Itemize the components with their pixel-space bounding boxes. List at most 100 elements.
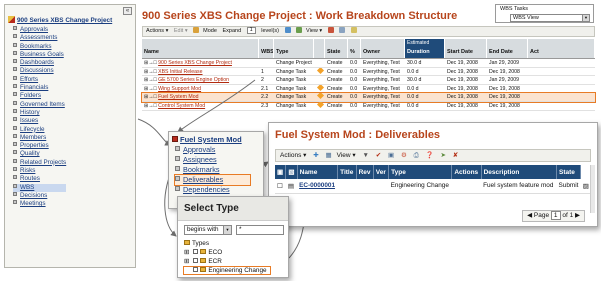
print-icon[interactable]: ⎙: [414, 152, 419, 159]
nav-item-financials[interactable]: Financials: [13, 84, 66, 92]
wbs-table-row[interactable]: ⊞→□ Wing Support Mod 2.1 Change Task Create…: [142, 84, 595, 94]
page-number-input[interactable]: 1: [550, 211, 561, 220]
nav-item-meetings[interactable]: Meetings: [13, 200, 66, 208]
nav-item-discussions[interactable]: Discussions: [13, 67, 66, 75]
view-selector-dropdown[interactable]: WBS View ▼: [510, 14, 590, 22]
tree-item-ecr[interactable]: ⊞ ECR: [184, 257, 270, 266]
clear-icon[interactable]: ✘: [453, 152, 458, 159]
wbs-table-row[interactable]: ⊞→□ 900 Series XBS Change Project Change …: [142, 59, 595, 68]
deliverables-column-title[interactable]: Title: [337, 165, 357, 179]
deliverables-column-actions[interactable]: Actions: [451, 165, 482, 179]
match-mode-select[interactable]: begins with ▼: [184, 225, 232, 235]
edit-menu[interactable]: Edit ▾: [174, 28, 188, 34]
refresh-icon[interactable]: [284, 27, 291, 33]
task-name-text[interactable]: XBS Initial Release: [158, 69, 202, 75]
deliverable-name-link[interactable]: EC-0000001: [299, 182, 335, 189]
nav-item-folders[interactable]: Folders: [13, 92, 66, 100]
deliverables-column-lock[interactable]: ▧: [285, 165, 298, 179]
type-search-input[interactable]: *: [236, 225, 284, 235]
add-icon[interactable]: ✚: [313, 152, 318, 159]
nav-item-issues[interactable]: Issues: [13, 117, 66, 125]
mode-button[interactable]: Mode: [203, 28, 217, 34]
nav-project-title[interactable]: 900 Series XBS Change Project: [8, 16, 134, 24]
filter-icon[interactable]: ▼: [362, 152, 368, 159]
task-name-text[interactable]: Fuel System Mod: [158, 94, 198, 100]
nav-item-approvals[interactable]: Approvals: [13, 26, 66, 34]
deliverables-scrollbar[interactable]: [590, 165, 595, 213]
expand-level-input[interactable]: 1: [246, 27, 256, 34]
column-header-state[interactable]: State: [325, 39, 348, 58]
task-name-text[interactable]: Control System Mod: [158, 103, 205, 109]
check-icon[interactable]: ✔: [376, 152, 381, 159]
nav-item-efforts[interactable]: Efforts: [13, 75, 66, 84]
deliverables-view-menu[interactable]: View ▾: [337, 152, 356, 159]
nav-item-properties[interactable]: Properties: [13, 142, 66, 150]
first-page-icon[interactable]: ◀: [527, 212, 532, 219]
deliverables-column-description[interactable]: Description: [481, 165, 558, 179]
task-name-link[interactable]: ⊞→□ Fuel System Mod: [142, 93, 259, 101]
view-menu[interactable]: View ▾: [306, 28, 322, 34]
help-icon[interactable]: ❓: [426, 152, 434, 159]
actions-menu[interactable]: Actions ▾: [146, 28, 168, 34]
column-header-start-date[interactable]: Start Date: [445, 39, 487, 58]
collapse-panel-button[interactable]: «: [123, 7, 132, 15]
task-name-link[interactable]: ⊞→□ GE 5700 Series Engine Option: [142, 76, 259, 84]
task-name-text[interactable]: Wing Support Mod: [158, 86, 201, 92]
gear-icon[interactable]: ⚙: [401, 152, 407, 159]
fuel-nav-item-deliverables[interactable]: Deliverables: [174, 174, 251, 186]
row-checkbox[interactable]: ☐: [275, 179, 286, 194]
pin-icon[interactable]: ➤: [441, 152, 446, 159]
column-header-act[interactable]: Act: [528, 39, 595, 58]
next-page-icon[interactable]: ▶: [575, 212, 580, 219]
column-header-name[interactable]: Name: [142, 39, 259, 58]
deliverables-column-type[interactable]: Type: [388, 165, 453, 179]
nav-item-history[interactable]: History: [13, 108, 66, 117]
deliverables-row[interactable]: ☐ ▤ EC-0000001 Engineering Change Fuel syste…: [275, 179, 591, 194]
export-icon[interactable]: [327, 27, 334, 33]
nav-item-decisions[interactable]: Decisions: [13, 191, 66, 200]
type-checkbox[interactable]: [193, 249, 199, 254]
help-icon[interactable]: [350, 27, 357, 33]
nav-item-routes[interactable]: Routes: [13, 175, 66, 183]
nav-item-governed-items[interactable]: Governed Items: [13, 100, 66, 109]
fuel-system-nav-title[interactable]: Fuel System Mod: [172, 135, 242, 144]
deliverables-actions-menu[interactable]: Actions ▾: [280, 152, 306, 159]
deliverables-column-state[interactable]: State: [556, 165, 582, 179]
task-name-text[interactable]: GE 5700 Series Engine Option: [158, 77, 229, 83]
column-header-duration[interactable]: Estimated Duration: [405, 39, 445, 58]
type-checkbox[interactable]: [193, 258, 199, 263]
nav-item-lifecycle[interactable]: Lifecycle: [13, 125, 66, 134]
deliverables-column-ver[interactable]: Ver: [373, 165, 390, 179]
deliverables-column-rev[interactable]: Rev: [356, 165, 374, 179]
nav-item-bookmarks[interactable]: Bookmarks: [13, 42, 66, 51]
task-name-link[interactable]: ⊞→□ 900 Series XBS Change Project: [142, 59, 259, 67]
nav-item-business-goals[interactable]: Business Goals: [13, 50, 66, 59]
deliverables-column-select-all[interactable]: ▣: [275, 165, 287, 179]
column-header-owner[interactable]: Owner: [361, 39, 405, 58]
fuel-nav-item-approvals[interactable]: Approvals: [175, 145, 250, 155]
deliverables-column-name[interactable]: Name: [297, 165, 339, 179]
tree-item-eco[interactable]: ⊞ ECO: [184, 248, 270, 257]
nav-item-related-projects[interactable]: Related Projects: [13, 158, 66, 167]
column-header-flag[interactable]: [314, 39, 325, 58]
wbs-table-row[interactable]: ⊞→□ Control System Mod 2.3 Change Task Crea…: [142, 101, 595, 111]
column-header-wbs[interactable]: WBS: [259, 39, 274, 58]
nav-item-assessments[interactable]: Assessments: [13, 34, 66, 42]
task-name-text[interactable]: 900 Series XBS Change Project: [158, 60, 232, 66]
nav-item-risks[interactable]: Risks: [13, 167, 66, 175]
wbs-table-row[interactable]: ⊞→□ Fuel System Mod 2.2 Change Task Create 0…: [141, 92, 596, 103]
column-header-type[interactable]: Type: [274, 39, 314, 58]
fuel-nav-item-assignees[interactable]: Assignees: [175, 155, 250, 165]
task-name-link[interactable]: ⊞→□ XBS Initial Release: [142, 68, 259, 76]
tree-item-engineering-change[interactable]: Engineering Change: [183, 266, 271, 275]
print-icon[interactable]: [339, 27, 346, 33]
task-name-link[interactable]: ⊞→□ Control System Mod: [142, 102, 259, 110]
nav-item-quality[interactable]: Quality: [13, 150, 66, 158]
fuel-nav-item-dependencies[interactable]: Dependencies: [175, 185, 250, 195]
type-checkbox[interactable]: [193, 267, 199, 272]
wbs-table-row[interactable]: ⊞→□ XBS Initial Release 1 Change Task Creat…: [142, 67, 595, 77]
nav-item-dashboards[interactable]: Dashboards: [13, 59, 66, 67]
nav-item-members[interactable]: Members: [13, 133, 66, 142]
column-header-end-date[interactable]: End Date: [487, 39, 528, 58]
wbs-table-row[interactable]: ⊞→□ GE 5700 Series Engine Option 2 Change …: [142, 76, 595, 85]
